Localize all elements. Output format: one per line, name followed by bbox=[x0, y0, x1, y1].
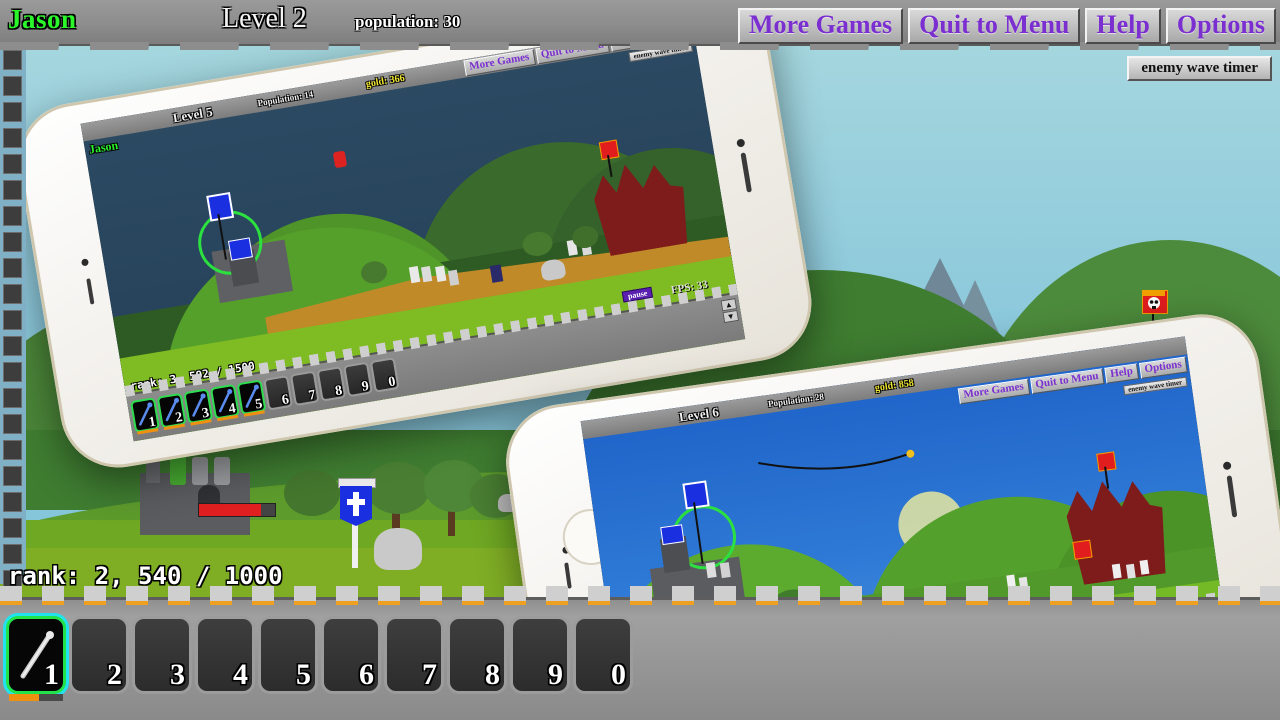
spell-slot-6[interactable]: 6 bbox=[321, 616, 381, 694]
phone-one-slot-4[interactable]: 4 bbox=[209, 383, 240, 422]
enemy-skull-flag bbox=[1142, 290, 1168, 314]
slot-number: 1 bbox=[44, 658, 59, 691]
slot-number: 0 bbox=[387, 374, 397, 391]
phone-two-tower-flag bbox=[660, 524, 685, 546]
help-button[interactable]: Help bbox=[1085, 8, 1161, 45]
game-screenshot: rank: 2, 540 / 1000 33 Jason Level 2 pop… bbox=[0, 0, 1280, 720]
phone-camera bbox=[736, 138, 746, 148]
rock bbox=[374, 528, 422, 570]
slot-number: 5 bbox=[296, 658, 311, 691]
phone-speaker bbox=[564, 562, 572, 589]
spell-slot-list[interactable]: 1 2 3 4 5 6 7 8 9 0 bbox=[6, 616, 633, 701]
phone-speaker bbox=[1226, 475, 1238, 518]
main-menu-bar[interactable]: More Games Quit to Menu Help Options bbox=[737, 8, 1276, 45]
phone-one-slot-7[interactable]: 7 bbox=[289, 370, 320, 407]
phone-one-screen[interactable]: Level 5 Population: 14 gold: 366 Jason M… bbox=[80, 21, 746, 442]
spell-slot-3[interactable]: 3 bbox=[132, 616, 192, 694]
phone-one-slot-2[interactable]: 2 bbox=[156, 392, 187, 431]
level-display: Level 2 bbox=[222, 3, 307, 34]
phone-one-slot-3[interactable]: 3 bbox=[183, 388, 214, 426]
spell-slot-8[interactable]: 8 bbox=[447, 616, 507, 694]
mana-bar bbox=[9, 694, 63, 701]
slot-number: 0 bbox=[611, 658, 626, 691]
phone-speaker bbox=[740, 152, 752, 193]
player-name: Jason bbox=[8, 4, 77, 34]
tree-foliage bbox=[284, 470, 340, 516]
slot-number: 2 bbox=[107, 658, 122, 691]
phone-speaker bbox=[86, 278, 95, 305]
slot-number: 9 bbox=[548, 658, 563, 691]
player-castle bbox=[140, 455, 276, 535]
slot-number: 4 bbox=[233, 658, 248, 691]
phone-one-slot-1[interactable]: 1 bbox=[130, 397, 160, 435]
skull-icon bbox=[1143, 291, 1165, 309]
phone-one-slot-6[interactable]: 6 bbox=[263, 374, 294, 411]
spell-slot-2[interactable]: 2 bbox=[69, 616, 129, 694]
phone-hero-banner bbox=[206, 192, 235, 222]
spell-toolbar[interactable]: 1 2 3 4 5 6 7 8 9 0 bbox=[0, 586, 1280, 720]
spell-slot-1[interactable]: 1 bbox=[6, 616, 66, 701]
phone-one-slot-9[interactable]: 9 bbox=[343, 361, 374, 398]
cross-icon bbox=[347, 492, 365, 516]
castle-health-bar bbox=[198, 503, 276, 517]
phone-one-slot-5[interactable]: 5 bbox=[236, 379, 267, 417]
player-banner bbox=[336, 470, 376, 570]
phone-two-soldier bbox=[705, 562, 717, 579]
phone-camera bbox=[80, 258, 90, 267]
slot-number: 9 bbox=[360, 378, 371, 395]
battlement-trim bbox=[0, 601, 1280, 605]
more-games-button[interactable]: More Games bbox=[737, 8, 904, 45]
phone-two-enemy-flag-side bbox=[1072, 539, 1093, 560]
slot-number: 7 bbox=[422, 658, 437, 691]
spell-slot-7[interactable]: 7 bbox=[384, 616, 444, 694]
slot-number: 8 bbox=[334, 383, 344, 400]
spell-slot-5[interactable]: 5 bbox=[258, 616, 318, 694]
slot-number: 8 bbox=[485, 658, 500, 691]
slot-number: 6 bbox=[280, 392, 291, 409]
phone-one-slot-8[interactable]: 8 bbox=[316, 366, 347, 402]
slot-number: 7 bbox=[307, 387, 317, 404]
quit-to-menu-button[interactable]: Quit to Menu bbox=[908, 8, 1081, 45]
slot-number: 3 bbox=[170, 658, 185, 691]
left-wall-ladder bbox=[0, 44, 26, 590]
phone-one-game[interactable]: Level 5 Population: 14 gold: 366 Jason M… bbox=[80, 21, 746, 442]
phone-two-hero-banner bbox=[682, 480, 710, 510]
spell-slot-4[interactable]: 4 bbox=[195, 616, 255, 694]
phone-one-slot-0[interactable]: 0 bbox=[369, 357, 400, 393]
phone-flying-unit bbox=[332, 150, 348, 169]
phone-tower-flag bbox=[227, 237, 253, 261]
spell-slot-9[interactable]: 9 bbox=[510, 616, 570, 694]
options-button[interactable]: Options bbox=[1165, 8, 1276, 45]
spell-slot-0[interactable]: 0 bbox=[573, 616, 633, 694]
phone-two-soldier bbox=[719, 562, 731, 579]
slot-number: 6 bbox=[359, 658, 374, 691]
phone-camera bbox=[1222, 461, 1232, 471]
phone-one-scroll-down[interactable]: ▼ bbox=[722, 309, 740, 324]
enemy-wave-timer: enemy wave timer bbox=[1127, 56, 1272, 81]
population-display: population: 30 bbox=[355, 12, 461, 31]
battlement-decoration bbox=[0, 586, 1280, 602]
